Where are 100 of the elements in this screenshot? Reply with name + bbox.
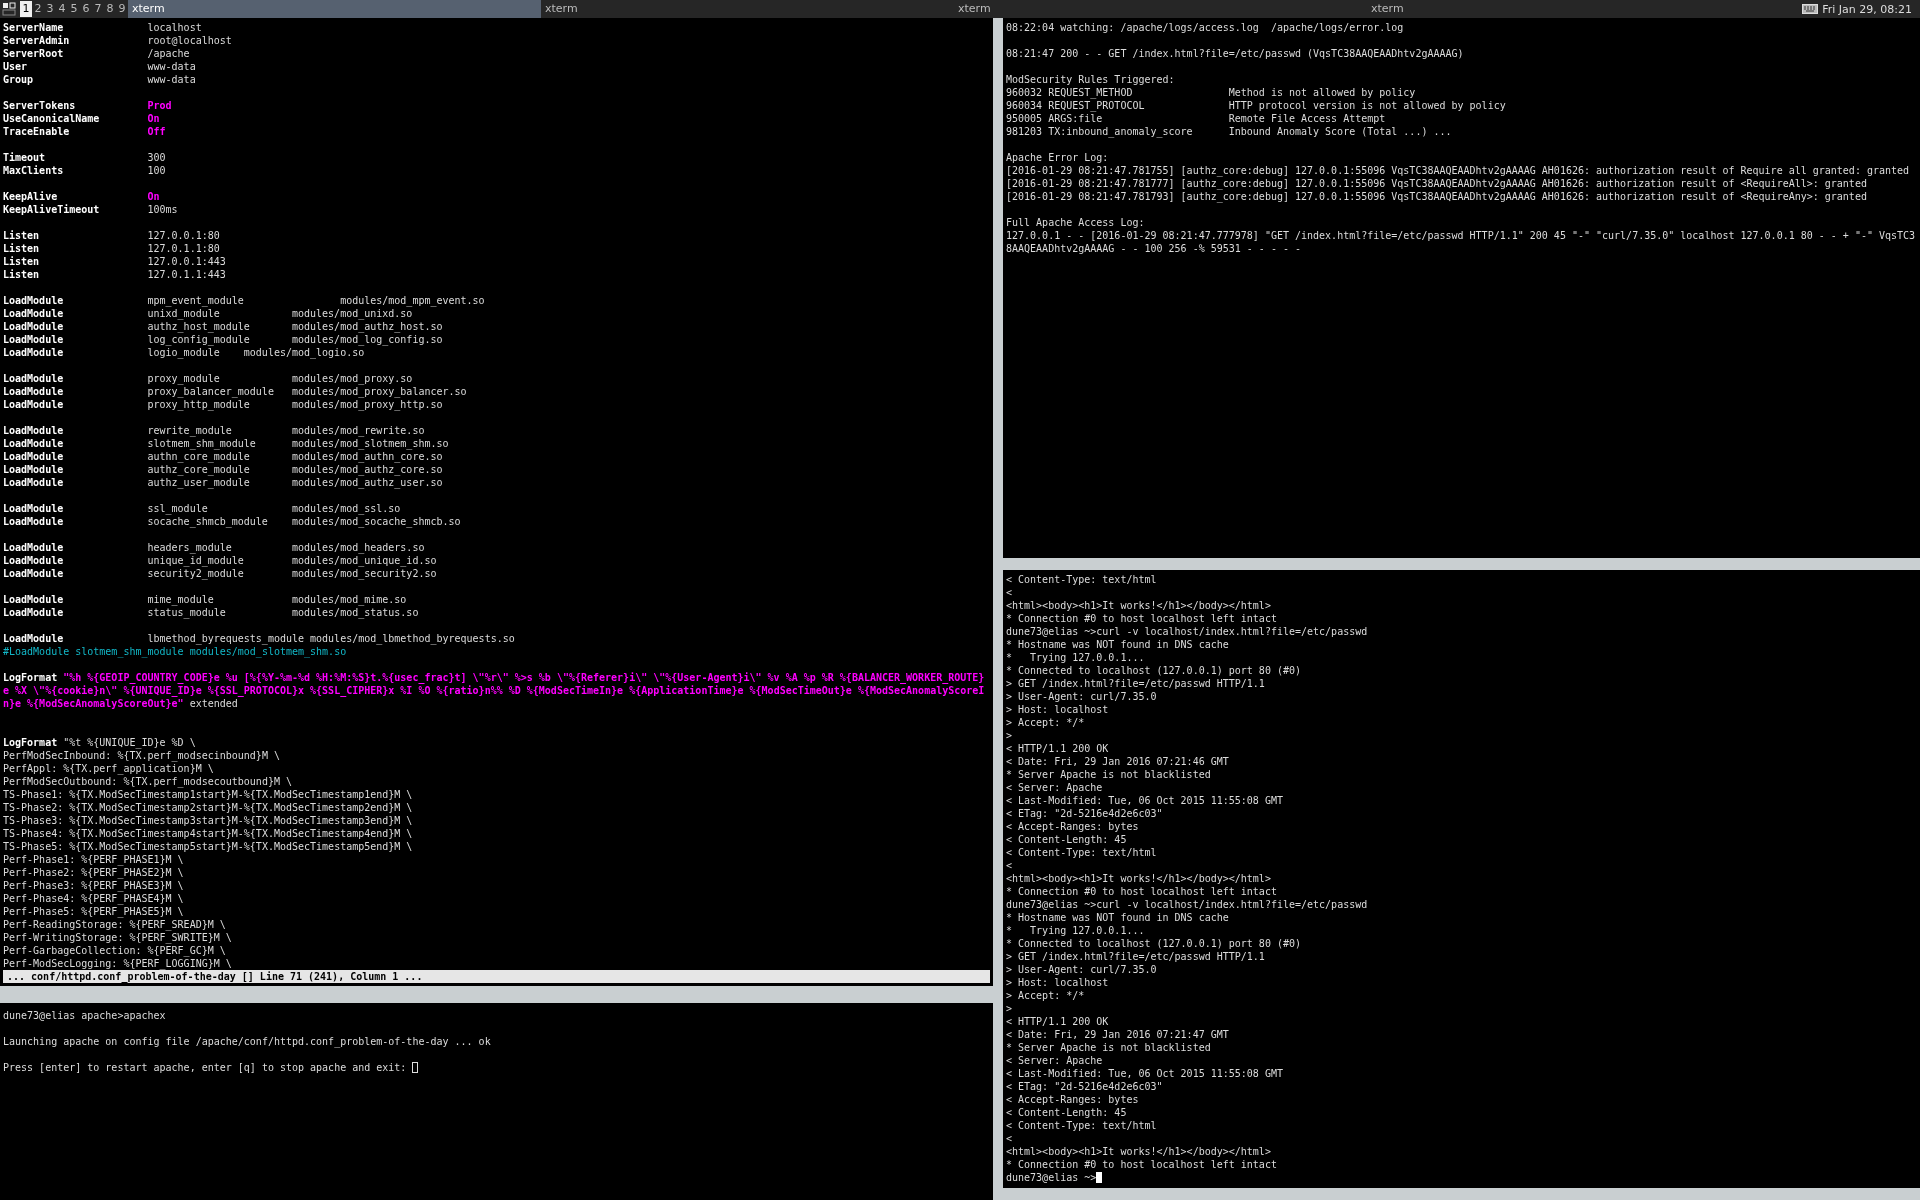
log-line: 08:21:47 200 - - GET /index.html?file=/etc/passwd (VqsTC38AAQEAADhtv2gAAAAG) xyxy=(1006,48,1464,59)
config-line: Perf-GarbageCollection: %{PERF_GC}M \ xyxy=(3,945,226,956)
log-line: Apache Error Log: xyxy=(1006,152,1109,163)
keyboard-icon[interactable] xyxy=(1802,4,1819,14)
terminal-line: < Server: Apache xyxy=(1006,782,1103,793)
terminal-line: < xyxy=(1006,587,1013,598)
terminal-line: > GET /index.html?file=/etc/passwd HTTP/1.1 xyxy=(1006,678,1265,689)
terminal-line: <html><body><h1>It works!</h1></body></html> xyxy=(1006,873,1271,884)
terminal-line: < Date: Fri, 29 Jan 2016 07:21:47 GMT xyxy=(1006,1029,1229,1040)
window-tab[interactable]: xterm xyxy=(541,0,954,18)
directive-name: KeepAlive xyxy=(3,190,59,203)
terminal-line: > Accept: */* xyxy=(1006,990,1085,1001)
terminal-line: < xyxy=(1006,860,1013,871)
directive-name: KeepAliveTimeout xyxy=(3,203,101,216)
rule-id: 960032 REQUEST_METHOD xyxy=(1006,86,1134,99)
terminal-line: * Server Apache is not blacklisted xyxy=(1006,1042,1211,1053)
directive-name: Listen xyxy=(3,255,41,268)
directive-value: ssl_module modules/mod_ssl.so xyxy=(147,503,401,514)
directive-name: LoadModule xyxy=(3,606,65,619)
terminal-line: > xyxy=(1006,1003,1013,1014)
terminal-line: < HTTP/1.1 200 OK xyxy=(1006,743,1109,754)
config-line: TS-Phase3: %{TX.ModSecTimestamp3start}M-%{TX.ModSecTimestamp3end}M \ xyxy=(3,815,413,826)
terminal-line: < Server: Apache xyxy=(1006,1055,1103,1066)
window-tab[interactable]: xterm xyxy=(128,0,541,18)
window-tab[interactable]: xterm xyxy=(1367,0,1780,18)
terminal-line: dune73@elias ~>curl -v localhost/index.html?file=/etc/passwd xyxy=(1006,899,1368,910)
terminal-line: * Connection #0 to host localhost left intact xyxy=(1006,613,1277,624)
directive-value: root@localhost xyxy=(147,35,232,46)
directive-name: LoadModule xyxy=(3,385,65,398)
directive-value: /apache xyxy=(147,48,190,59)
terminal-line: * Server Apache is not blacklisted xyxy=(1006,769,1211,780)
directive-value: Off xyxy=(147,126,166,137)
terminal-line: > Accept: */* xyxy=(1006,717,1085,728)
workspace-button[interactable]: 6 xyxy=(80,1,92,17)
terminal-line: < Accept-Ranges: bytes xyxy=(1006,1094,1139,1105)
config-line: PerfModSecInbound: %{TX.perf_modsecinbound}M \ xyxy=(3,750,280,761)
workspace-button[interactable]: 2 xyxy=(32,1,44,17)
directive-value: rewrite_module modules/mod_rewrite.so xyxy=(147,425,425,436)
directive-value: mpm_event_module modules/mod_mpm_event.so xyxy=(147,295,485,306)
directive-name: LoadModule xyxy=(3,346,65,359)
directive-name: LoadModule xyxy=(3,320,65,333)
workspace-button[interactable]: 9 xyxy=(116,1,128,17)
rule-message: Remote File Access Attempt xyxy=(1228,113,1386,124)
terminal-line: Launching apache on config file /apache/conf/httpd.conf_problem-of-the-day ... ok xyxy=(3,1036,491,1047)
terminal-line: * Trying 127.0.0.1... xyxy=(1006,925,1145,936)
config-line: PerfAppl: %{TX.perf_application}M \ xyxy=(3,763,214,774)
workspace-button[interactable]: 7 xyxy=(92,1,104,17)
directive-name: MaxClients xyxy=(3,164,65,177)
directive-name: ServerTokens xyxy=(3,99,77,112)
cursor-icon xyxy=(1096,1172,1103,1183)
directive-name: Listen xyxy=(3,242,41,255)
directive-name: Listen xyxy=(3,229,41,242)
workspace-button[interactable]: 3 xyxy=(44,1,56,17)
terminal-line: < Date: Fri, 29 Jan 2016 07:21:46 GMT xyxy=(1006,756,1229,767)
workspace-button[interactable]: 4 xyxy=(56,1,68,17)
config-line: PerfModSecOutbound: %{TX.perf_modsecoutbound}M \ xyxy=(3,776,292,787)
terminal-line: > Host: localhost xyxy=(1006,704,1109,715)
config-line: TS-Phase5: %{TX.ModSecTimestamp5start}M-%{TX.ModSecTimestamp5end}M \ xyxy=(3,841,413,852)
workspace-button[interactable]: 5 xyxy=(68,1,80,17)
directive-value: "%t %{UNIQUE_ID}e %D \ xyxy=(63,737,196,748)
config-line: Perf-Phase4: %{PERF_PHASE4}M \ xyxy=(3,893,184,904)
directive-value: proxy_balancer_module modules/mod_proxy_balancer.so xyxy=(147,386,467,397)
terminal-line: < xyxy=(1006,1133,1013,1144)
directive-name: LoadModule xyxy=(3,593,65,606)
directive-name: TraceEnable xyxy=(3,125,71,138)
directive-name: LogFormat xyxy=(3,737,59,748)
terminal-line: > GET /index.html?file=/etc/passwd HTTP/1.1 xyxy=(1006,951,1265,962)
directive-name: LoadModule xyxy=(3,554,65,567)
directive-name: LoadModule xyxy=(3,333,65,346)
terminal-line: > xyxy=(1006,730,1013,741)
window-tab[interactable]: xterm xyxy=(954,0,1367,18)
directive-value: 100 xyxy=(147,165,166,176)
workspace-button[interactable]: 1 xyxy=(20,1,32,17)
terminal-line: < HTTP/1.1 200 OK xyxy=(1006,1016,1109,1027)
config-comment: #LoadModule slotmem_shm_module modules/mod_slotmem_shm.so xyxy=(3,646,347,657)
layout-icon[interactable] xyxy=(2,2,16,16)
terminal-line: dune73@elias ~>curl -v localhost/index.html?file=/etc/passwd xyxy=(1006,626,1368,637)
terminal-line: < Accept-Ranges: bytes xyxy=(1006,821,1139,832)
config-line: Perf-Phase2: %{PERF_PHASE2}M \ xyxy=(3,867,184,878)
directive-value: 300 xyxy=(147,152,166,163)
clock: Fri Jan 29, 08:21 xyxy=(1822,2,1912,16)
directive-name: Timeout xyxy=(3,151,47,164)
directive-name: LoadModule xyxy=(3,372,65,385)
workspace-button[interactable]: 8 xyxy=(104,1,116,17)
config-line: Perf-ReadingStorage: %{PERF_SREAD}M \ xyxy=(3,919,226,930)
directive-value: On xyxy=(147,191,160,202)
log-line: 127.0.0.1 - - [2016-01-29 08:21:47.777978] "GET /index.html?file=/etc/passwd HTTP/1.1" 200 45 "-" "curl/7.35.0" localhost 127.0.0.1 80 - - + "-" VqsTC38AAQEAADhtv2gAAAAG - - 100 256 -% 59531 - - - - - xyxy=(1006,230,1916,254)
directive-value: authz_host_module modules/mod_authz_host.so xyxy=(147,321,443,332)
config-line: TS-Phase4: %{TX.ModSecTimestamp4start}M-%{TX.ModSecTimestamp4end}M \ xyxy=(3,828,413,839)
directive-name: Listen xyxy=(3,268,41,281)
directive-name: User xyxy=(3,60,29,73)
directive-name: LoadModule xyxy=(3,437,65,450)
rule-message: HTTP protocol version is not allowed by policy xyxy=(1228,100,1506,111)
terminal-line: < Last-Modified: Tue, 06 Oct 2015 11:55:08 GMT xyxy=(1006,1068,1283,1079)
directive-value: status_module modules/mod_status.so xyxy=(147,607,419,618)
terminal-line: < Last-Modified: Tue, 06 Oct 2015 11:55:08 GMT xyxy=(1006,795,1283,806)
directive-value: log_config_module modules/mod_log_config.so xyxy=(147,334,443,345)
terminal-line: < Content-Length: 45 xyxy=(1006,1107,1127,1118)
terminal-line: <html><body><h1>It works!</h1></body></html> xyxy=(1006,1146,1271,1157)
terminal-line: dune73@elias apache>apachex xyxy=(3,1010,166,1021)
